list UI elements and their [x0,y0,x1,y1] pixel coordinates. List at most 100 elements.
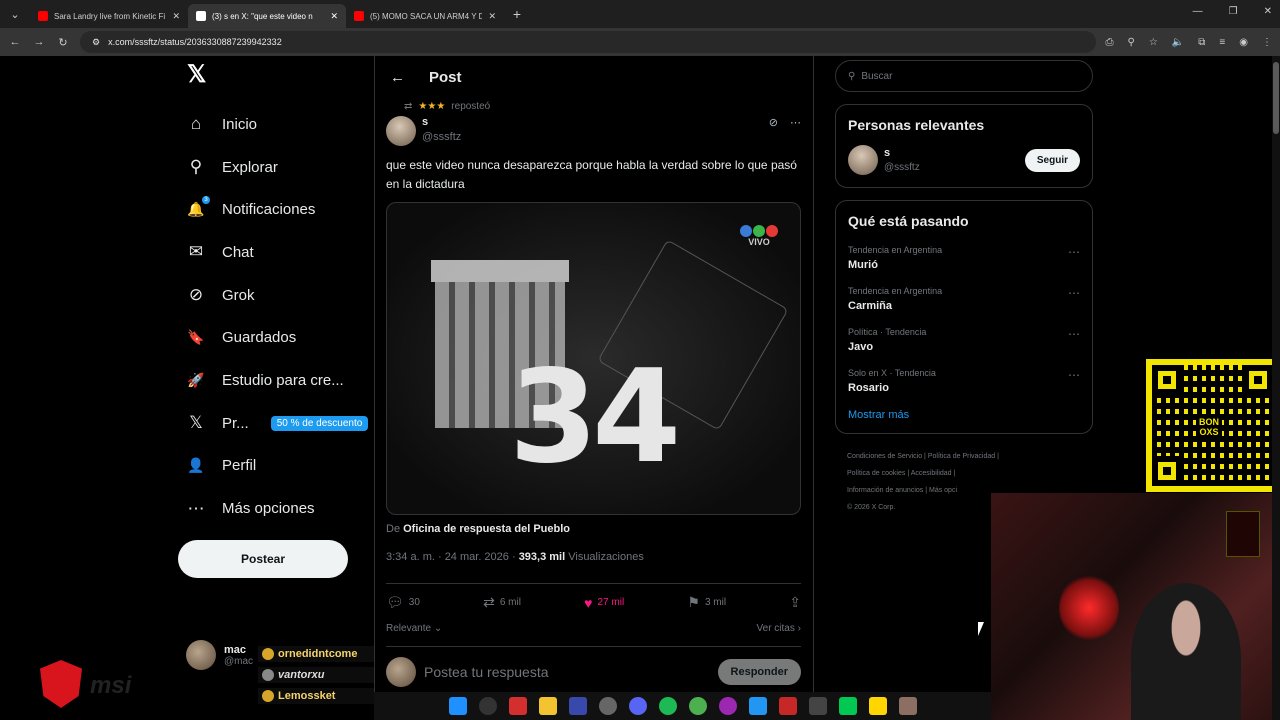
zoom-icon[interactable]: ⚲ [1128,37,1135,48]
start-icon[interactable] [448,697,467,715]
menu-icon[interactable]: ⋮ [1262,37,1272,48]
url-field[interactable]: ⚙ x.com/sssftz/status/203633088723994233… [80,31,1096,53]
nav-item-explore[interactable]: ⚲ Explorar [178,146,374,189]
page-scrollbar[interactable] [1272,56,1280,720]
bookmark-star-icon[interactable]: ☆ [1149,37,1158,48]
sticky-notes-icon[interactable] [868,697,887,715]
browser-tab-2[interactable]: (3) s en X: "que este video n ✕ [188,4,346,28]
app-icon[interactable] [808,697,827,715]
window-controls: — ❐ ✕ [1193,6,1272,17]
account-switcher[interactable]: mac @mac [186,640,253,670]
close-tab-icon[interactable]: ✕ [330,11,338,22]
grok-icon[interactable]: ⊘ [769,116,778,129]
reload-icon[interactable]: ↻ [56,36,70,49]
profile-icon[interactable]: ◉ [1239,37,1248,48]
folder-icon[interactable] [538,697,557,715]
footer-link[interactable]: Condiciones de Servicio [847,453,922,460]
footer-link[interactable]: Política de Privacidad [928,453,995,460]
reply-action[interactable]: 💬︎ 30 [386,594,420,611]
author-name[interactable]: s [422,116,763,128]
trend-item[interactable]: Tendencia en Argentina Murió ⋯ [848,245,1080,271]
nav-label: Notificaciones [222,201,316,219]
volume-icon[interactable]: 🔈 [1172,37,1184,48]
close-tab-icon[interactable]: ✕ [172,11,180,22]
nav-item-notifications[interactable]: 🔔 3 Notificaciones [178,188,374,231]
app-icon[interactable] [748,697,767,715]
app-icon[interactable] [718,697,737,715]
bookmark-action[interactable]: ⚑ 3 mil [687,594,726,611]
trend-item[interactable]: Solo en X · Tendencia Rosario ⋯ [848,368,1080,394]
install-icon[interactable]: ⎙ [1106,37,1114,48]
search-input[interactable]: ⚲ Buscar [835,60,1093,92]
app-icon[interactable] [778,697,797,715]
more-options-icon[interactable]: ⋯ [1068,327,1080,353]
search-icon[interactable] [478,697,497,715]
reply-button[interactable]: Responder [717,659,801,685]
sort-dropdown[interactable]: Relevante ⌄ [386,623,442,634]
footer-link[interactable]: Política de cookies [847,470,905,477]
spotify-icon[interactable] [658,697,677,715]
more-options-icon[interactable]: ⋯ [1068,286,1080,312]
tab-title: (5) MOMO SACA UN ARM4 Y D [370,11,483,21]
media-icon[interactable]: ≡ [1219,37,1225,48]
back-arrow-icon[interactable]: ← [390,69,405,86]
nav-item-creator-studio[interactable]: 🚀 Estudio para cre... [178,359,374,402]
like-action[interactable]: ♥ 27 mil [584,594,624,611]
timestamp[interactable]: 3:34 a. m. · 24 mar. 2026 · [386,551,516,563]
chrome-icon[interactable] [688,697,707,715]
person-row[interactable]: s @sssftz Seguir [848,145,1080,175]
trend-context: Solo en X · Tendencia [848,368,936,378]
discord-icon[interactable] [628,697,647,715]
show-more-link[interactable]: Mostrar más [848,409,1080,421]
notification-badge: 3 [202,195,210,204]
repost-action[interactable]: ⇄ 6 mil [483,594,521,611]
app-icon[interactable] [568,697,587,715]
nav-item-profile[interactable]: 👤 Perfil [178,445,374,488]
trend-item[interactable]: Tendencia en Argentina Carmiña ⋯ [848,286,1080,312]
post-button[interactable]: Postear [178,539,348,578]
view-quotes-link[interactable]: Ver citas › [757,623,801,634]
tab-search-icon[interactable]: ⌄ [8,8,22,21]
qr-logo-text: BON OXS [1196,415,1222,439]
close-tab-icon[interactable]: ✕ [488,11,496,22]
share-action[interactable]: ⇪ [789,594,801,611]
site-info-icon[interactable]: ⚙ [92,37,100,48]
minimize-icon[interactable]: — [1193,6,1203,17]
nav-item-grok[interactable]: ⊘ Grok [178,274,374,317]
bookmark-icon: ⚑ [687,594,700,610]
extensions-icon[interactable]: ⧉ [1198,37,1205,48]
footer-link[interactable]: Accesibilidad [911,470,952,477]
browser-tab-1[interactable]: Sara Landry live from Kinetic Fi ✕ [30,4,188,28]
more-options-icon[interactable]: ⋯ [790,116,801,129]
follow-button[interactable]: Seguir [1024,148,1080,172]
close-window-icon[interactable]: ✕ [1264,6,1272,17]
x-logo-icon[interactable]: 𝕏 [187,60,374,89]
author-avatar[interactable] [386,116,416,146]
app-icon[interactable] [838,697,857,715]
app-icon[interactable] [898,697,917,715]
browser-tab-3[interactable]: (5) MOMO SACA UN ARM4 Y D ✕ [346,4,504,28]
more-options-icon[interactable]: ⋯ [1068,368,1080,394]
nav-item-home[interactable]: ⌂ Inicio [178,103,374,146]
author-handle[interactable]: @sssftz [422,131,763,143]
more-options-icon[interactable]: ⋯ [1068,245,1080,271]
maximize-icon[interactable]: ❐ [1229,6,1238,17]
app-icon[interactable] [598,697,617,715]
footer-link[interactable]: Más opci [929,487,957,494]
tab-title: (3) s en X: "que este video n [212,11,313,21]
nav-item-more[interactable]: ⋯ Más opciones [178,487,374,530]
nav-item-premium[interactable]: 𝕏 Pr... 50 % de descuento [178,402,374,445]
heart-icon: ♥ [584,594,593,611]
source-link[interactable]: Oficina de respuesta del Pueblo [403,523,570,535]
footer-link[interactable]: Información de anuncios [847,487,923,494]
app-icon[interactable] [508,697,527,715]
post-video[interactable]: 34 VIVO [386,202,801,515]
reply-input[interactable]: Postea tu respuesta [424,664,710,680]
nav-item-chat[interactable]: ✉ Chat [178,231,374,274]
nav-item-bookmarks[interactable]: 🔖 Guardados [178,316,374,359]
forward-icon[interactable]: → [32,36,46,48]
scrollbar-thumb[interactable] [1273,62,1279,134]
trend-item[interactable]: Política · Tendencia Javo ⋯ [848,327,1080,353]
new-tab-button[interactable]: + [510,6,524,22]
back-icon[interactable]: ← [8,36,22,48]
